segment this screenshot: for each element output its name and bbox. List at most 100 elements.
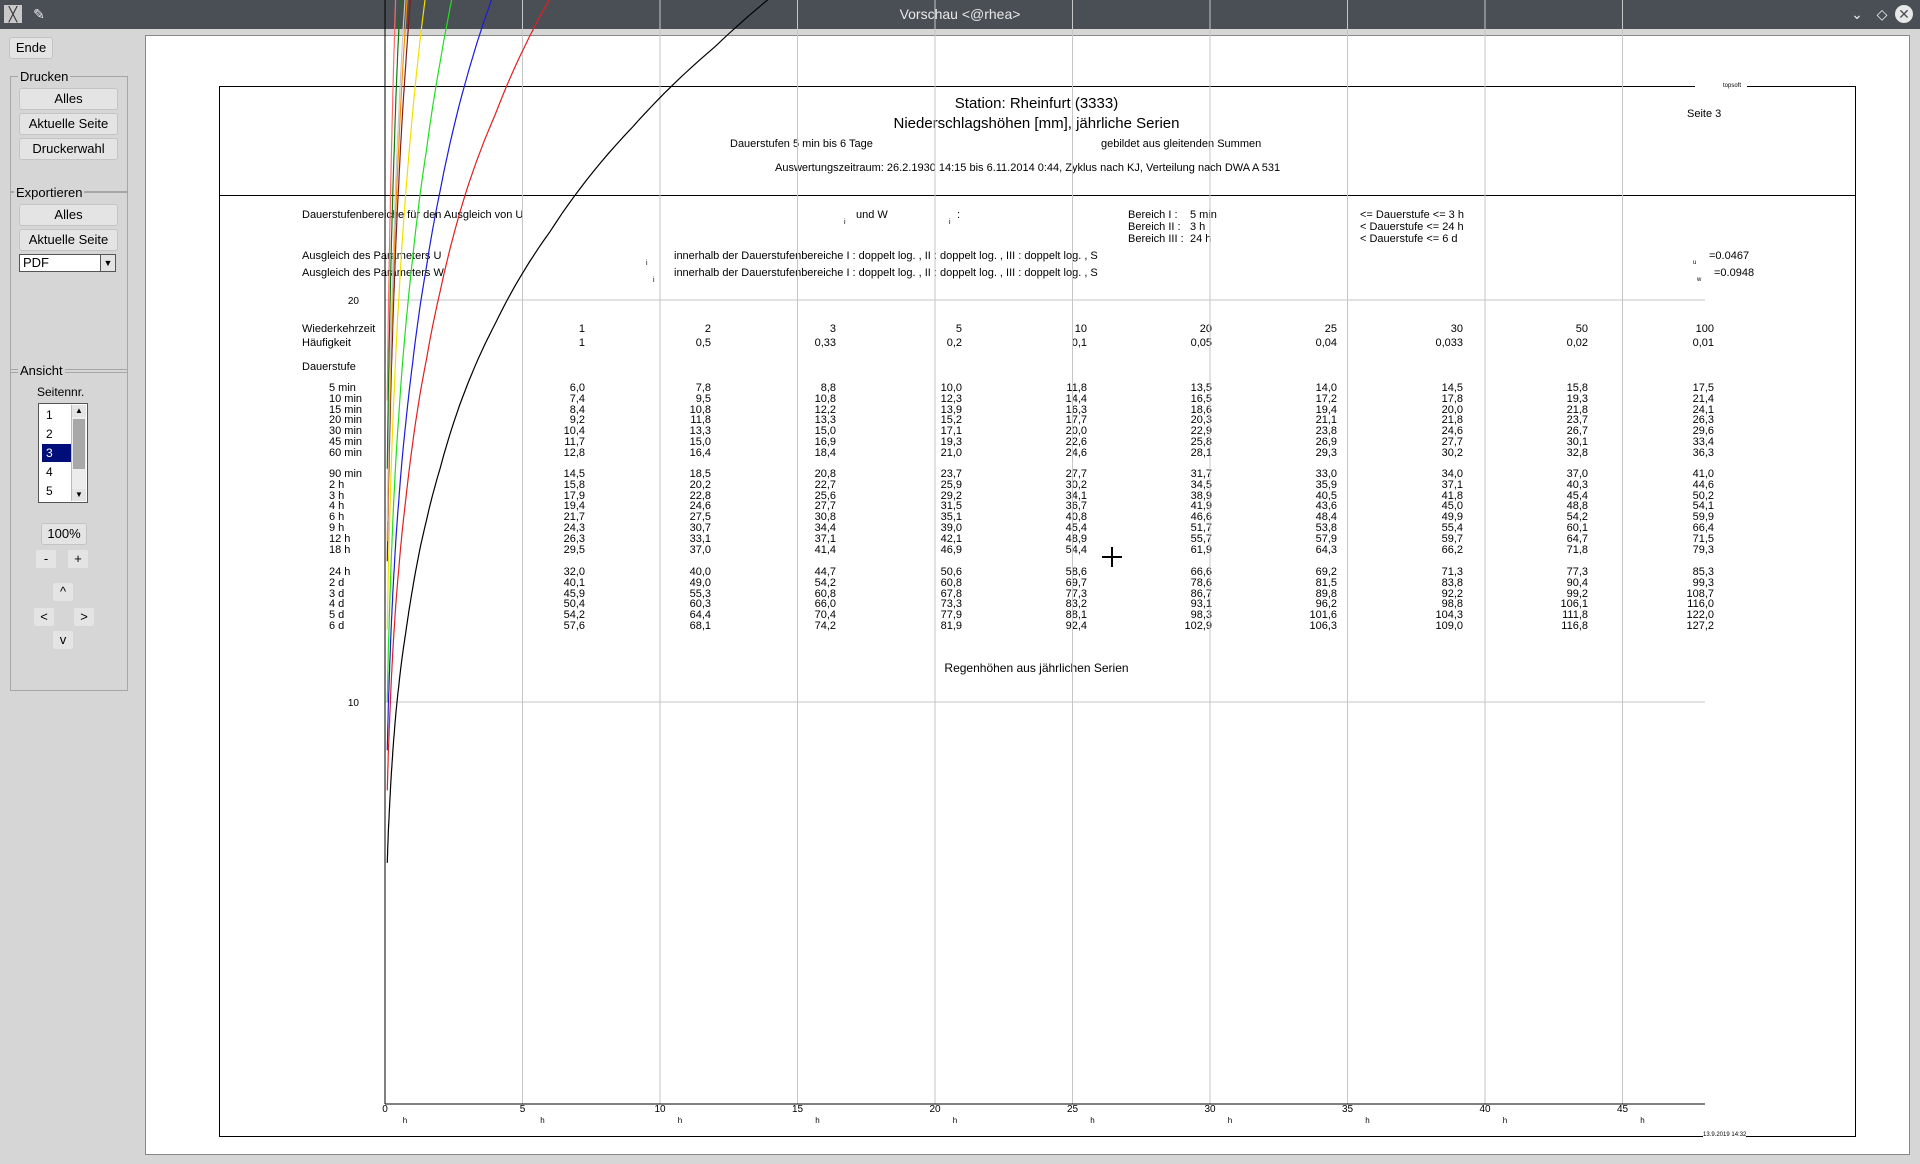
ausgleich-sub: i: [646, 260, 648, 267]
export-format-value: PDF: [23, 255, 49, 270]
value-cell: 28,1: [1190, 447, 1212, 459]
nav-down-button[interactable]: v: [53, 631, 73, 649]
frequency-cell: 0,05: [1190, 337, 1212, 349]
export-aktuelle-seite-button[interactable]: Aktuelle Seite: [19, 229, 118, 251]
ausgleich-text: innerhalb der Dauerstufenbereiche I : do…: [674, 267, 1098, 279]
value-cell: 36,3: [1692, 447, 1714, 459]
window-title: Vorschau <@rhea>: [899, 6, 1021, 22]
return-period-cell: 3: [829, 323, 836, 335]
value-cell: 71,8: [1566, 544, 1588, 556]
value-cell: 102,9: [1184, 620, 1212, 632]
page-list-scrollbar[interactable]: ▲ ▼: [71, 405, 86, 501]
scroll-down-icon[interactable]: ▼: [72, 489, 86, 501]
frequency-cell: 0,01: [1692, 337, 1714, 349]
nav-up-button[interactable]: ^: [53, 583, 73, 601]
minimize-icon[interactable]: ⌄: [1847, 4, 1867, 24]
value-cell: 127,2: [1686, 620, 1714, 632]
export-alles-button[interactable]: Alles: [19, 204, 118, 226]
evaluation-period: Auswertungszeitraum: 26.2.1930 14:15 bis…: [775, 162, 1281, 174]
bereich-name: Bereich I :: [1128, 209, 1178, 221]
nav-right-button[interactable]: >: [74, 608, 94, 626]
zoom-out-button[interactable]: -: [36, 550, 56, 568]
value-cell: 16,4: [689, 447, 711, 459]
scroll-thumb[interactable]: [73, 419, 85, 469]
value-cell: 106,3: [1309, 620, 1337, 632]
ausgleich-label: Ausgleich des Parameters W: [302, 267, 444, 279]
ausgleich-sub: i: [653, 277, 655, 284]
value-cell: 79,3: [1692, 544, 1714, 556]
nav-left-button[interactable]: <: [34, 608, 54, 626]
ranges-colon: :: [957, 209, 961, 221]
drucken-label: Drucken: [18, 69, 71, 84]
ranges-und: und W: [856, 209, 888, 221]
value-cell: 29,5: [563, 544, 585, 556]
duration-cell: 18 h: [329, 544, 351, 556]
frequency-cell: 0,04: [1315, 337, 1337, 349]
value-cell: 61,9: [1190, 544, 1212, 556]
bereich-name: Bereich II :: [1128, 221, 1181, 233]
page-listbox[interactable]: 1 2 3 4 5 ▲ ▼: [38, 403, 88, 503]
ranges-sub2: i: [949, 219, 951, 226]
ranges-text: Dauerstufenbereiche für den Ausgleich vo…: [302, 209, 524, 221]
haeufigkeit-label: Häufigkeit: [302, 337, 351, 349]
value-cell: 64,3: [1315, 544, 1337, 556]
return-period-cell: 30: [1450, 323, 1463, 335]
footer-date: 13.9.2019 14:32: [1703, 1132, 1747, 1138]
exportieren-label: Exportieren: [14, 185, 85, 200]
ranges-sub: i: [844, 219, 846, 226]
bereich-rule: <= Dauerstufe <= 3 h: [1360, 209, 1464, 221]
return-period-cell: 20: [1199, 323, 1212, 335]
value-cell: 29,3: [1315, 447, 1337, 459]
ausgleich-value: =0.0467: [1709, 250, 1750, 262]
value-cell: 74,2: [814, 620, 836, 632]
drucken-alles-button[interactable]: Alles: [19, 88, 118, 110]
bereich-rule: < Dauerstufe <= 6 d: [1360, 233, 1458, 245]
seitennr-label: Seitennr.: [37, 385, 85, 399]
scroll-up-icon[interactable]: ▲: [72, 405, 86, 417]
return-period-cell: 25: [1324, 323, 1337, 335]
return-period-cell: 50: [1575, 323, 1588, 335]
bereich-value: 5 min: [1190, 209, 1217, 221]
value-cell: 54,4: [1065, 544, 1087, 556]
value-cell: 24,6: [1065, 447, 1087, 459]
druckerwahl-button[interactable]: Druckerwahl: [19, 138, 118, 160]
maximize-icon[interactable]: ◇: [1872, 4, 1892, 24]
duration-cell: 6 d: [329, 620, 345, 632]
ende-button[interactable]: Ende: [9, 37, 53, 59]
ausgleich-text: innerhalb der Dauerstufenbereiche I : do…: [674, 250, 1098, 262]
value-cell: 46,9: [940, 544, 962, 556]
chevron-down-icon[interactable]: ▼: [100, 255, 115, 271]
return-period-cell: 5: [955, 323, 962, 335]
bereich-name: Bereich III :: [1128, 233, 1184, 245]
export-format-select[interactable]: PDF ▼: [19, 254, 116, 272]
subtitle-left: Dauerstufen 5 min bis 6 Tage: [730, 138, 873, 150]
frequency-cell: 0,033: [1435, 337, 1463, 349]
frequency-cell: 0,33: [814, 337, 836, 349]
value-cell: 68,1: [689, 620, 711, 632]
zoom-level-display: 100%: [41, 523, 87, 545]
frequency-cell: 0,2: [946, 337, 962, 349]
close-icon[interactable]: ✕: [1895, 5, 1913, 23]
return-period-cell: 2: [704, 323, 711, 335]
value-cell: 21,0: [940, 447, 962, 459]
bereich-value: 24 h: [1190, 233, 1212, 245]
return-period-cell: 100: [1695, 323, 1714, 335]
drucken-aktuelle-seite-button[interactable]: Aktuelle Seite: [19, 113, 118, 135]
return-period-cell: 1: [578, 323, 585, 335]
crosshair-cursor-icon: [1102, 547, 1122, 567]
zoom-in-button[interactable]: +: [68, 550, 88, 568]
subtitle-right: gebildet aus gleitenden Summen: [1101, 138, 1262, 150]
value-cell: 116,8: [1561, 620, 1588, 632]
station-title: Station: Rheinfurt (3333): [954, 95, 1119, 112]
frequency-cell: 0,1: [1071, 337, 1087, 349]
page-number: Seite 3: [1687, 108, 1722, 120]
ausgleich-s-sub: w: [1697, 277, 1702, 283]
ansicht-label: Ansicht: [18, 363, 65, 378]
value-cell: 41,4: [814, 544, 836, 556]
value-cell: 81,9: [940, 620, 962, 632]
dauerstufe-label: Dauerstufe: [302, 361, 356, 373]
value-cell: 12,8: [563, 447, 585, 459]
ausgleich-label: Ausgleich des Parameters U: [302, 250, 442, 262]
value-cell: 32,8: [1566, 447, 1588, 459]
value-cell: 57,6: [563, 620, 585, 632]
